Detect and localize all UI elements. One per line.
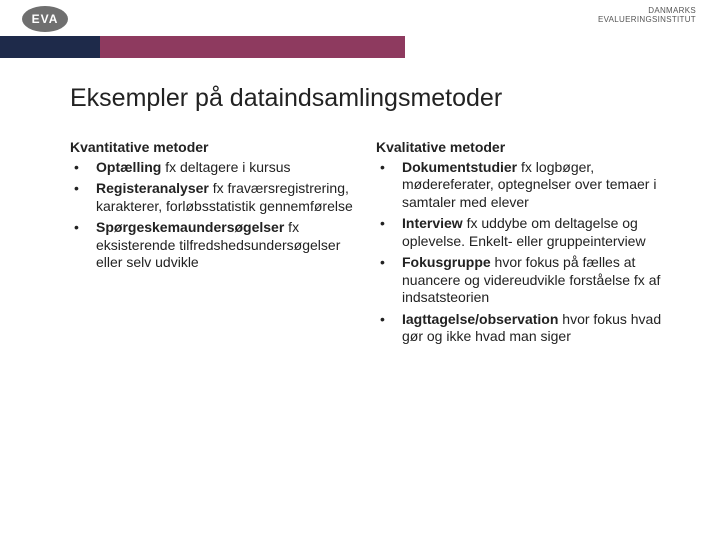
content: Kvantitative metoder Optælling fx deltag… xyxy=(70,139,664,350)
header: EVA DANMARKS EVALUERINGSINSTITUT xyxy=(0,0,720,36)
list-item: Optælling fx deltagere i kursus xyxy=(70,159,358,177)
right-list: Dokumentstudier fx logbøger, mødereferat… xyxy=(376,159,664,346)
list-item: Registeranalyser fx fraværsregistrering,… xyxy=(70,180,358,215)
item-bold: Dokumentstudier xyxy=(402,159,517,175)
item-bold: Interview xyxy=(402,215,463,231)
list-item: Fokusgruppe hvor fokus på fælles at nuan… xyxy=(376,254,664,307)
right-column: Kvalitative metoder Dokumentstudier fx l… xyxy=(376,139,664,350)
item-rest: fx deltagere i kursus xyxy=(161,159,290,175)
item-bold: Fokusgruppe xyxy=(402,254,491,270)
slide: EVA DANMARKS EVALUERINGSINSTITUT Eksempl… xyxy=(0,0,720,540)
stripe-dark xyxy=(0,36,100,58)
logo: EVA xyxy=(22,6,68,32)
item-bold: Optælling xyxy=(96,159,161,175)
stripe xyxy=(0,36,720,58)
list-item: Spørgeskemaundersøgelser fx eksisterende… xyxy=(70,219,358,272)
item-bold: Registeranalyser xyxy=(96,180,209,196)
list-item: Iagttagelse/observation hvor fokus hvad … xyxy=(376,311,664,346)
left-list: Optælling fx deltagere i kursus Register… xyxy=(70,159,358,272)
left-heading: Kvantitative metoder xyxy=(70,139,358,157)
item-bold: Iagttagelse/observation xyxy=(402,311,558,327)
org-line-1: DANMARKS xyxy=(598,6,696,15)
list-item: Interview fx uddybe om deltagelse og opl… xyxy=(376,215,664,250)
item-bold: Spørgeskemaundersøgelser xyxy=(96,219,284,235)
eva-logo-oval: EVA xyxy=(22,6,68,32)
list-item: Dokumentstudier fx logbøger, mødereferat… xyxy=(376,159,664,212)
eva-logo-text: EVA xyxy=(32,12,59,26)
slide-title: Eksempler på dataindsamlingsmetoder xyxy=(70,84,720,113)
left-column: Kvantitative metoder Optælling fx deltag… xyxy=(70,139,358,350)
org-line-2: EVALUERINGSINSTITUT xyxy=(598,15,696,24)
org-name: DANMARKS EVALUERINGSINSTITUT xyxy=(598,6,696,24)
stripe-maroon xyxy=(100,36,405,58)
right-heading: Kvalitative metoder xyxy=(376,139,664,157)
